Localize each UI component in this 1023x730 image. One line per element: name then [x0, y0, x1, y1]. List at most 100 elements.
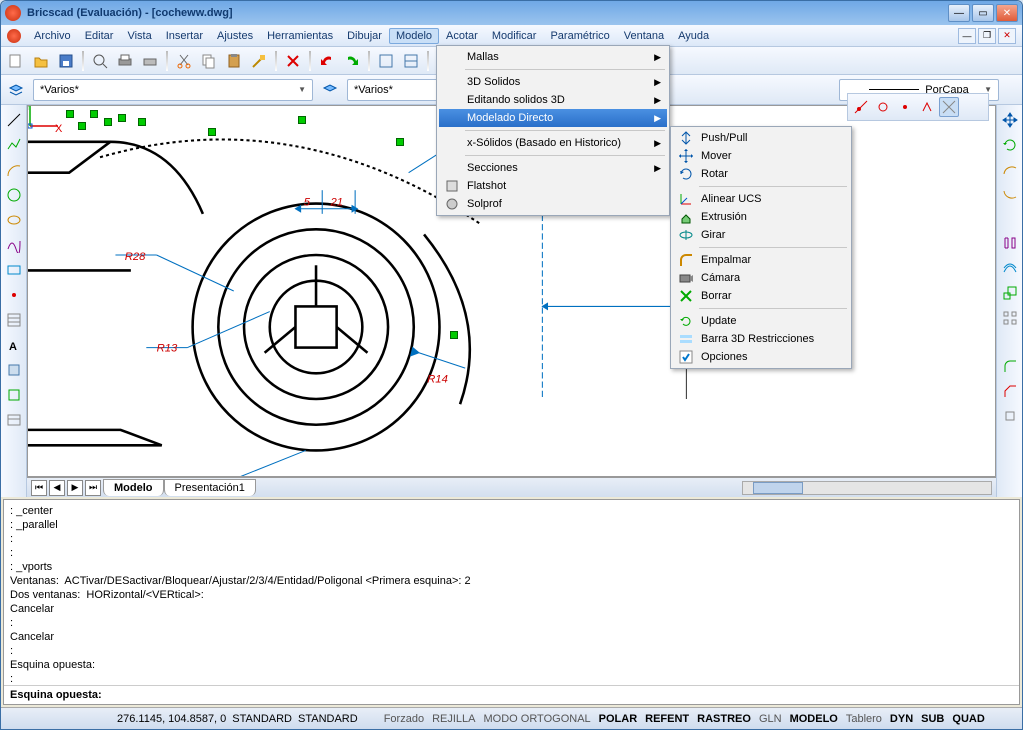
ent-1[interactable] [851, 97, 871, 117]
maximize-button[interactable]: ▭ [972, 4, 994, 22]
menu-modificar[interactable]: Modificar [485, 28, 544, 44]
menu-ayuda[interactable]: Ayuda [671, 28, 716, 44]
layer-manager-button[interactable] [5, 79, 27, 101]
save-button[interactable] [55, 50, 77, 72]
mirror-tool[interactable] [999, 232, 1021, 254]
rotate-tool[interactable] [999, 134, 1021, 156]
menuitem-solprof[interactable]: Solprof [439, 195, 667, 213]
fillet-tool[interactable] [999, 355, 1021, 377]
status-rastreo[interactable]: RASTREO [693, 713, 755, 725]
print-button[interactable] [114, 50, 136, 72]
command-history[interactable]: : _center : _parallel : : : _vports Vent… [4, 500, 1019, 686]
text-tool[interactable]: A [3, 334, 25, 356]
menuitem-rotar[interactable]: Rotar [673, 165, 849, 183]
open-button[interactable] [30, 50, 52, 72]
scale-tool[interactable] [999, 282, 1021, 304]
status-rejilla[interactable]: REJILLA [428, 713, 479, 725]
menuitem-girar[interactable]: Girar [673, 226, 849, 244]
layer-states[interactable] [319, 79, 341, 101]
menu-modelo[interactable]: Modelo [389, 28, 439, 44]
status-sub[interactable]: SUB [917, 713, 948, 725]
tab-next[interactable]: ▶ [67, 480, 83, 496]
status-modelo[interactable]: MODELO [786, 713, 842, 725]
menu-insertar[interactable]: Insertar [159, 28, 210, 44]
menuitem-c-mara[interactable]: Cámara [673, 269, 849, 287]
menuitem-barra-3d-restricciones[interactable]: Barra 3D Restricciones [673, 330, 849, 348]
tab-layout1[interactable]: Presentación1 [164, 479, 256, 496]
print-preview-button[interactable] [89, 50, 111, 72]
ellipse-tool[interactable] [3, 209, 25, 231]
delete-button[interactable] [282, 50, 304, 72]
circle-tool[interactable] [3, 184, 25, 206]
table-tool[interactable] [3, 409, 25, 431]
arc-tool[interactable] [3, 159, 25, 181]
ent-2[interactable] [873, 97, 893, 117]
extend-tool[interactable] [999, 184, 1021, 206]
array-tool[interactable] [999, 307, 1021, 329]
redo-button[interactable] [341, 50, 363, 72]
hatch-tool[interactable] [3, 309, 25, 331]
menuitem-opciones[interactable]: Opciones [673, 348, 849, 366]
menuitem-editando-solidos-3d[interactable]: Editando solidos 3D▶ [439, 91, 667, 109]
coordinates[interactable]: 276.1145, 104.8587, 0 [117, 713, 226, 725]
point-tool[interactable] [3, 284, 25, 306]
title-bar[interactable]: Bricscad (Evaluación) - [cocheww.dwg] — … [1, 1, 1022, 25]
menuitem-push-pull[interactable]: Push/Pull [673, 129, 849, 147]
menuitem-x-s-lidos-basado-en-historico-[interactable]: x-Sólidos (Basado en Historico)▶ [439, 134, 667, 152]
menu-vista[interactable]: Vista [120, 28, 158, 44]
status-forzado[interactable]: Forzado [380, 713, 428, 725]
plot-button[interactable] [139, 50, 161, 72]
offset-tool[interactable] [999, 257, 1021, 279]
polyline-tool[interactable] [3, 134, 25, 156]
tab-last[interactable]: ⏭ [85, 480, 101, 496]
block-tool[interactable] [3, 359, 25, 381]
move-tool[interactable] [999, 109, 1021, 131]
trim-tool[interactable] [999, 159, 1021, 181]
minimize-button[interactable]: — [948, 4, 970, 22]
menu-editar[interactable]: Editar [78, 28, 121, 44]
tool-a[interactable] [375, 50, 397, 72]
undo-button[interactable] [316, 50, 338, 72]
chamfer-tool[interactable] [999, 380, 1021, 402]
menu-archivo[interactable]: Archivo [27, 28, 78, 44]
dim-style[interactable]: STANDARD [232, 713, 292, 725]
menu-herramientas[interactable]: Herramientas [260, 28, 340, 44]
menuitem-mallas[interactable]: Mallas▶ [439, 48, 667, 66]
menuitem-mover[interactable]: Mover [673, 147, 849, 165]
line-tool[interactable] [3, 109, 25, 131]
ent-3[interactable] [895, 97, 915, 117]
text-style[interactable]: STANDARD [298, 713, 358, 725]
cut-button[interactable] [173, 50, 195, 72]
menuitem-secciones[interactable]: Secciones▶ [439, 159, 667, 177]
close-button[interactable]: ✕ [996, 4, 1018, 22]
menuitem-borrar[interactable]: Borrar [673, 287, 849, 305]
status-quad[interactable]: QUAD [948, 713, 988, 725]
mdi-minimize[interactable]: — [958, 28, 976, 44]
menuitem-3d-solidos[interactable]: 3D Solidos▶ [439, 73, 667, 91]
ent-4[interactable] [917, 97, 937, 117]
explode-tool[interactable] [999, 405, 1021, 427]
status-dyn[interactable]: DYN [886, 713, 917, 725]
tab-prev[interactable]: ◀ [49, 480, 65, 496]
ent-5[interactable] [939, 97, 959, 117]
matchprops-button[interactable] [248, 50, 270, 72]
menuitem-alinear-ucs[interactable]: Alinear UCS [673, 190, 849, 208]
tab-first[interactable]: ⏮ [31, 480, 47, 496]
menuitem-update[interactable]: Update [673, 312, 849, 330]
h-scrollbar[interactable] [742, 481, 992, 495]
status-tablero[interactable]: Tablero [842, 713, 886, 725]
status-refent[interactable]: REFENT [641, 713, 693, 725]
menuitem-extrusi-n[interactable]: Extrusión [673, 208, 849, 226]
paste-button[interactable] [223, 50, 245, 72]
layer-select[interactable]: *Varios*▼ [33, 79, 313, 101]
menu-paramétrico[interactable]: Paramétrico [543, 28, 616, 44]
mdi-restore[interactable]: ❐ [978, 28, 996, 44]
status-modo-ortogonal[interactable]: MODO ORTOGONAL [479, 713, 594, 725]
new-button[interactable] [5, 50, 27, 72]
tab-model[interactable]: Modelo [103, 479, 164, 496]
copy-button[interactable] [198, 50, 220, 72]
menuitem-empalmar[interactable]: Empalmar [673, 251, 849, 269]
status-polar[interactable]: POLAR [595, 713, 642, 725]
command-prompt[interactable]: Esquina opuesta: [4, 686, 1019, 704]
tool-b[interactable] [400, 50, 422, 72]
